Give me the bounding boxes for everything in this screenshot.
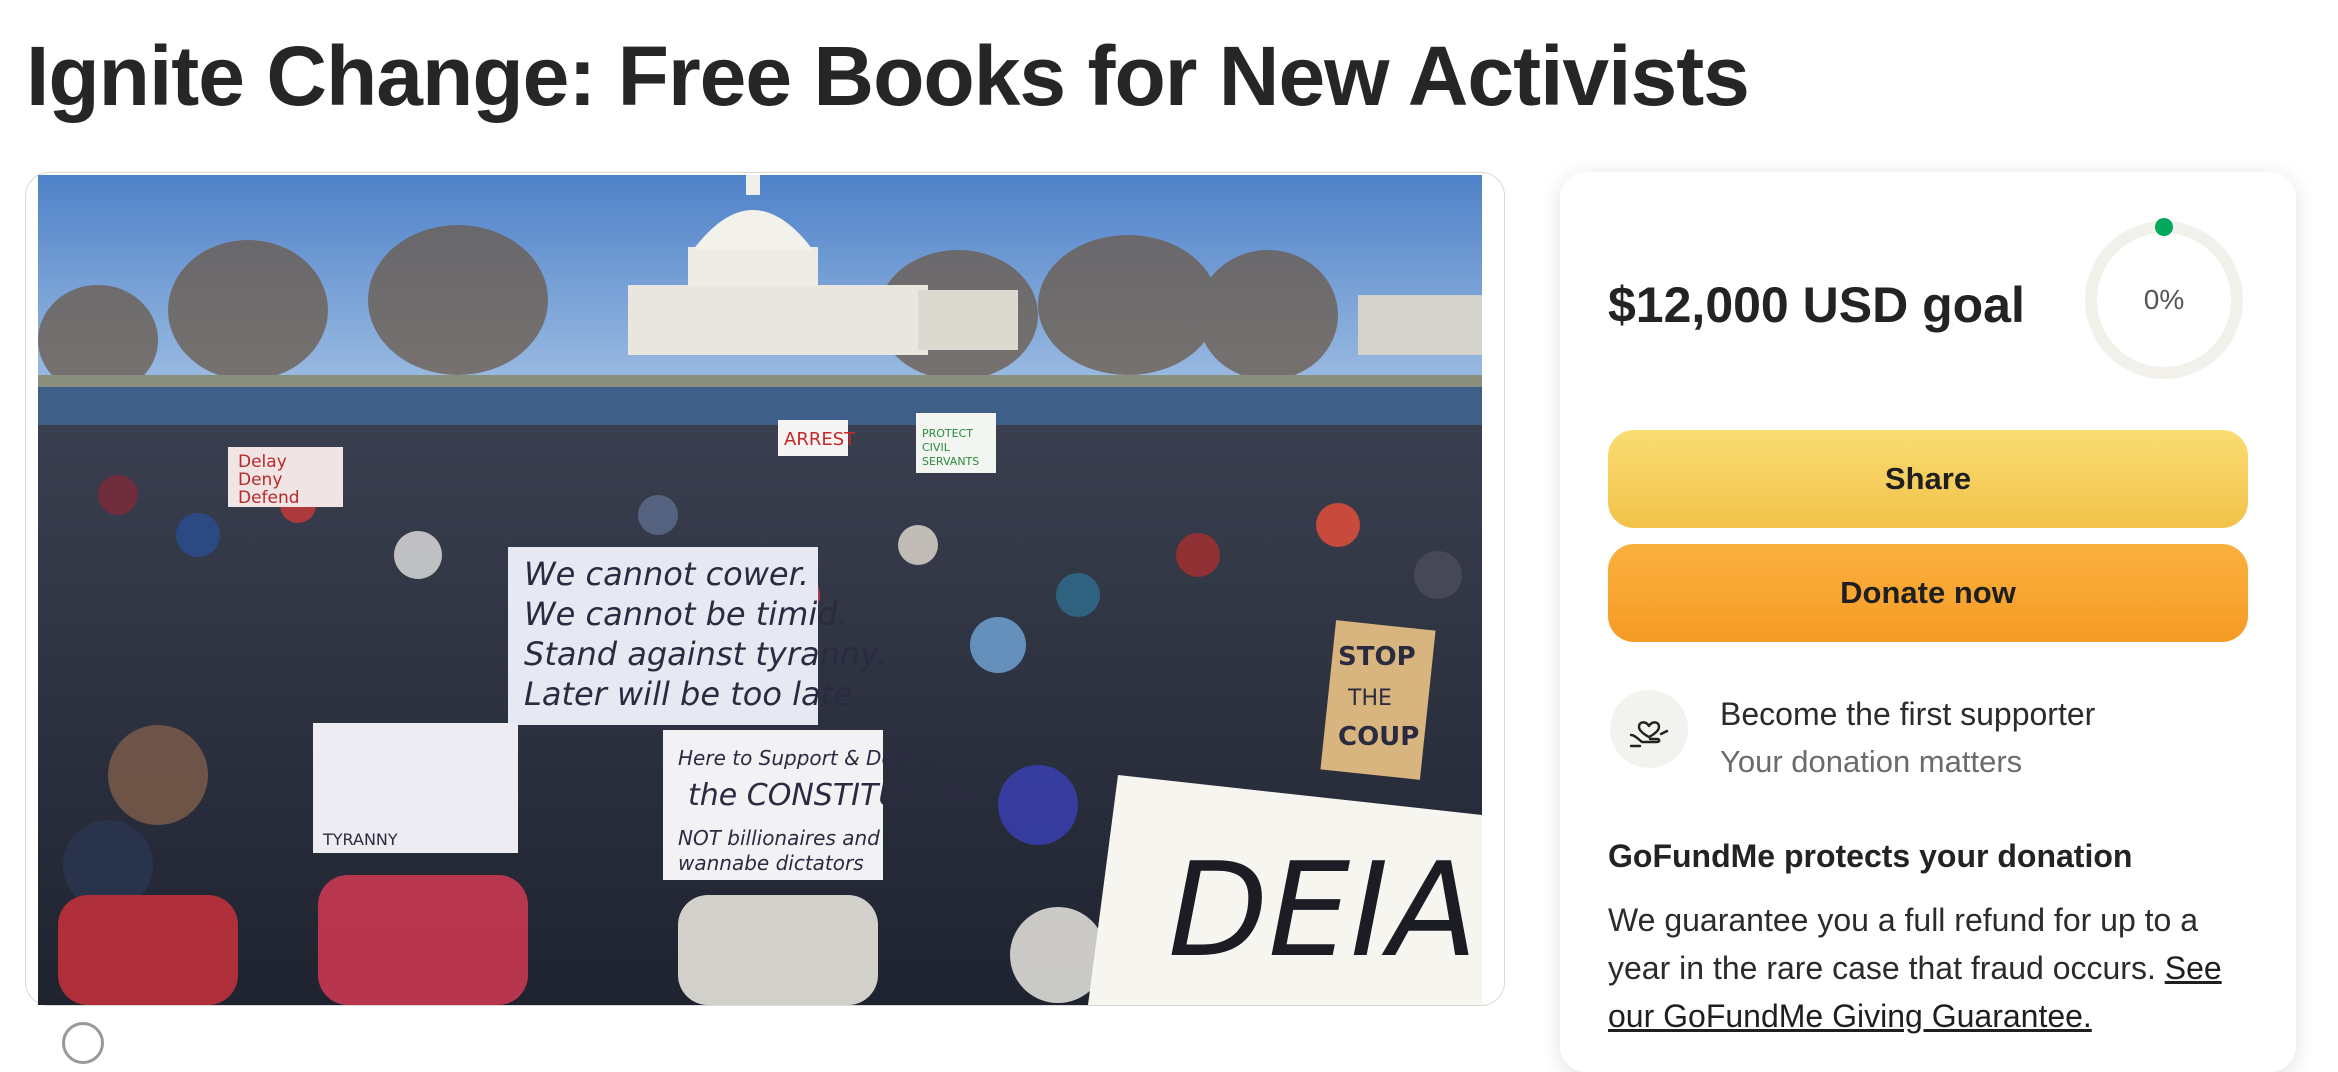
share-button[interactable]: Share (1608, 430, 2248, 528)
svg-text:ARREST: ARREST (784, 429, 856, 450)
svg-text:Delay: Delay (238, 452, 287, 472)
campaign-photo-frame: We cannot cower. We cannot be timid. Sta… (25, 172, 1505, 1006)
svg-text:wannabe dictators: wannabe dictators (678, 851, 864, 875)
svg-text:Later will be too late: Later will be too late (524, 675, 853, 713)
svg-text:SERVANTS: SERVANTS (922, 455, 979, 468)
organizer-avatar (62, 1022, 104, 1064)
svg-text:TYRANNY: TYRANNY (322, 830, 398, 849)
first-supporter-title: Become the first supporter (1720, 696, 2096, 732)
protection-text: We guarantee you a full refund for up to… (1608, 896, 2248, 1040)
svg-text:Deny: Deny (238, 470, 282, 490)
svg-text:We cannot cower.: We cannot cower. (524, 555, 809, 593)
svg-text:DEIA: DEIA (1168, 834, 1478, 986)
svg-text:Stand against tyranny.: Stand against tyranny. (524, 635, 887, 673)
campaign-photo[interactable]: We cannot cower. We cannot be timid. Sta… (38, 175, 1482, 1005)
svg-text:CIVIL: CIVIL (922, 441, 951, 454)
svg-text:PROTECT: PROTECT (922, 427, 973, 440)
svg-text:STOP: STOP (1338, 642, 1416, 672)
svg-text:THE: THE (1347, 686, 1392, 711)
svg-text:the CONSTITUTION: the CONSTITUTION (688, 778, 974, 813)
progress-percent: 0% (2143, 284, 2185, 315)
protection-heading: GoFundMe protects your donation (1608, 838, 2133, 874)
protection-body: We guarantee you a full refund for up to… (1608, 902, 2199, 986)
heart-hand-icon (1610, 690, 1688, 768)
first-supporter-subtitle: Your donation matters (1720, 744, 2023, 779)
donate-now-button[interactable]: Donate now (1608, 544, 2248, 642)
donation-card: $12,000 USD goal 0% Share Donate now Bec… (1560, 172, 2296, 1072)
progress-ring: 0% (2082, 218, 2246, 382)
svg-text:NOT billionaires and: NOT billionaires and (678, 826, 880, 850)
svg-text:COUP: COUP (1338, 722, 1419, 752)
goal-amount: $12,000 USD goal (1608, 277, 2025, 333)
svg-text:We cannot be timid.: We cannot be timid. (524, 595, 848, 633)
page-title: Ignite Change: Free Books for New Activi… (26, 29, 1750, 123)
svg-text:Here to Support & Defend: Here to Support & Defend (678, 746, 939, 770)
svg-text:Defend: Defend (238, 488, 300, 508)
